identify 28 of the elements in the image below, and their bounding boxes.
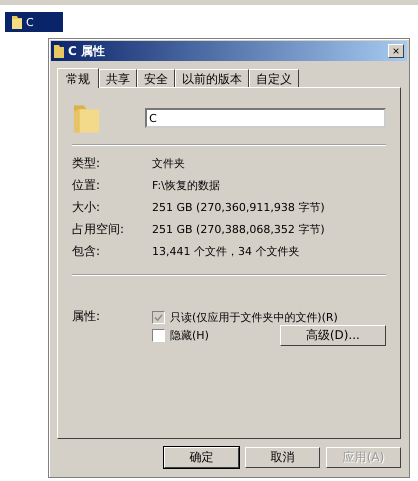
tab[interactable]: 共享 bbox=[99, 69, 137, 87]
tab[interactable]: 安全 bbox=[137, 69, 175, 87]
name-field[interactable]: C bbox=[145, 108, 386, 128]
folder-icon bbox=[54, 44, 64, 58]
tab[interactable]: 常规 bbox=[57, 68, 99, 88]
desktop-folder-item[interactable]: C bbox=[5, 12, 63, 32]
property-label: 类型: bbox=[72, 154, 102, 172]
property-label: 位置: bbox=[72, 176, 102, 194]
folder-icon bbox=[11, 14, 23, 30]
window-title: C 属性 bbox=[68, 42, 106, 60]
dialog-button[interactable]: 取消 bbox=[245, 447, 320, 468]
property-value: 251 GB (270,360,911,938 字节) bbox=[152, 200, 325, 214]
close-button[interactable]: × bbox=[388, 44, 404, 58]
dialog-button[interactable]: 确定 bbox=[164, 447, 239, 468]
property-value: 13,441 个文件，34 个文件夹 bbox=[152, 244, 300, 258]
property-label: 占用空间: bbox=[72, 220, 126, 238]
tab[interactable]: 自定义 bbox=[249, 69, 299, 87]
property-value: F:\恢复的数据 bbox=[152, 178, 220, 192]
checkbox[interactable] bbox=[152, 328, 165, 342]
property-value: 251 GB (270,388,068,352 字节) bbox=[152, 222, 325, 236]
property-label: 大小: bbox=[72, 198, 102, 216]
checkbox-label: 只读(仅应用于文件夹中的文件)(R) bbox=[170, 310, 338, 324]
property-label: 包含: bbox=[72, 242, 102, 260]
tab[interactable]: 以前的版本 bbox=[175, 69, 249, 87]
property-value: 文件夹 bbox=[152, 156, 185, 170]
attributes-label: 属性: bbox=[72, 308, 102, 325]
checkbox-label: 隐藏(H) bbox=[170, 328, 209, 342]
advanced-button[interactable]: 高级(D)... bbox=[280, 324, 386, 346]
